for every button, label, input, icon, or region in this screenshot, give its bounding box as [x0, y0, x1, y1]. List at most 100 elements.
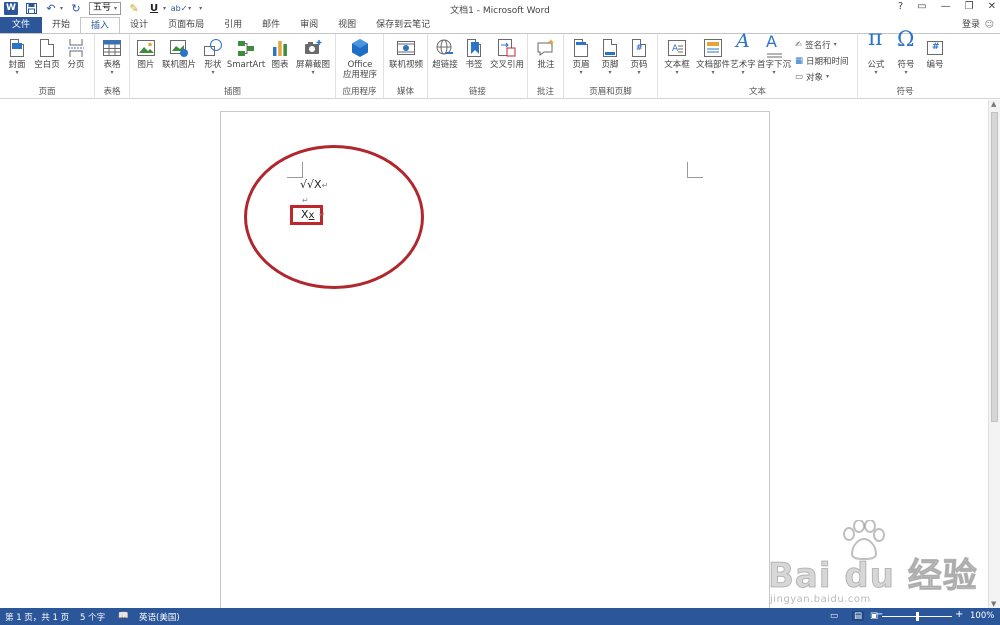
pi-icon: π: [868, 26, 883, 51]
picture-button[interactable]: 图片: [134, 38, 158, 70]
group-label-symbols: 符号: [896, 87, 914, 97]
help-icon[interactable]: ?: [898, 1, 903, 12]
group-comments: 批注 批注: [528, 34, 564, 99]
chevron-down-icon: ▾: [675, 69, 679, 76]
camera-icon: [303, 38, 323, 58]
shapes-button[interactable]: 形状 ▾: [201, 38, 225, 76]
ribbon: 封面 ▾ 空白页 分页 页面 表格 ▾ 表格 图片 联机图片 形状 ▾ Smar…: [0, 26, 1000, 132]
zoom-level[interactable]: 100%: [970, 611, 994, 621]
zoom-in-icon[interactable]: +: [955, 609, 963, 620]
svg-text:A: A: [672, 44, 679, 54]
tab-references[interactable]: 引用: [214, 17, 252, 34]
group-label-tables: 表格: [103, 87, 121, 97]
group-links: 超链接 书签 交叉引用 链接: [428, 34, 528, 99]
cover-button[interactable]: 封面 ▾: [4, 38, 30, 76]
chevron-down-icon: ▾: [15, 69, 19, 76]
table-icon: [102, 38, 122, 58]
comment-icon: [536, 38, 556, 58]
tab-cloud-notes[interactable]: 保存到云笔记: [366, 17, 440, 34]
status-bar: 第 1 页，共 1 页 5 个字 📖 英语(美国) ▤ ▭ ▣ − + 100%: [0, 608, 1000, 625]
dropcap-icon: A: [764, 34, 784, 58]
vertical-scrollbar[interactable]: ▲ ▼: [988, 100, 1000, 608]
quick-parts-button[interactable]: 文档部件 ▾: [695, 38, 731, 76]
page-count[interactable]: 第 1 页，共 1 页: [5, 611, 69, 623]
equation-button[interactable]: π 公式 ▾: [862, 26, 890, 76]
cover-page-icon: [7, 38, 27, 58]
page-number-button[interactable]: # 页码 ▾: [626, 38, 652, 76]
group-label-comments: 批注: [536, 87, 554, 97]
dropcap-button[interactable]: A 首字下沉 ▾: [757, 34, 791, 76]
page-break-button[interactable]: 分页: [64, 38, 88, 70]
screenshot-button[interactable]: 屏幕截图 ▾: [293, 38, 333, 76]
tab-review[interactable]: 审阅: [290, 17, 328, 34]
tab-home[interactable]: 开始: [42, 17, 80, 34]
picture-icon: [136, 38, 156, 58]
print-layout-icon[interactable]: ▭: [830, 611, 838, 621]
scroll-down-icon[interactable]: ▼: [991, 600, 996, 608]
blank-page-icon: [37, 38, 57, 58]
symbol-button[interactable]: Ω 符号 ▾: [892, 27, 920, 76]
blank-page-button[interactable]: 空白页: [33, 38, 61, 70]
tab-mailings[interactable]: 邮件: [252, 17, 290, 34]
language-indicator[interactable]: 英语(美国): [139, 611, 180, 623]
office-apps-button[interactable]: Office 应用程序: [338, 38, 382, 80]
number-icon: #: [925, 38, 945, 58]
wordart-button[interactable]: A 艺术字 ▾: [729, 30, 757, 76]
date-time-button[interactable]: ▦ 日期和时间: [795, 55, 849, 67]
office-apps-icon: [350, 38, 370, 58]
tab-view[interactable]: 视图: [328, 17, 366, 34]
minimize-icon[interactable]: —: [941, 1, 951, 12]
tab-file[interactable]: 文件: [0, 17, 43, 34]
word-count[interactable]: 5 个字: [80, 611, 105, 623]
chevron-down-icon: ▾: [826, 73, 830, 80]
zoom-out-icon[interactable]: −: [875, 609, 883, 620]
signature-line-button[interactable]: ✍ 签名行 ▾: [795, 39, 837, 51]
object-button[interactable]: ▭ 对象 ▾: [795, 71, 829, 83]
cross-reference-button[interactable]: 交叉引用: [488, 38, 526, 70]
proofing-icon[interactable]: 📖: [118, 611, 129, 621]
zoom-slider-thumb[interactable]: [916, 612, 919, 621]
hyperlink-button[interactable]: 超链接: [430, 38, 460, 70]
chevron-down-icon: ▾: [741, 69, 745, 76]
number-button[interactable]: # 编号: [922, 38, 948, 70]
textbox-button[interactable]: A 文本框 ▾: [660, 38, 694, 76]
quick-parts-icon: [703, 38, 723, 58]
group-label-illustrations: 插图: [223, 87, 241, 97]
new-comment-button[interactable]: 批注: [532, 38, 560, 70]
baidu-url: jingyan.baidu.com: [770, 594, 871, 605]
group-apps: Office 应用程序 应用程序: [336, 34, 384, 99]
smartart-icon: [236, 38, 256, 58]
globe-link-icon: [435, 38, 455, 58]
signature-line-icon: ✍: [795, 40, 803, 50]
calendar-icon: ▦: [795, 56, 804, 66]
feedback-smiley-icon[interactable]: ☺: [985, 20, 994, 30]
read-mode-icon[interactable]: ▤: [852, 611, 865, 621]
chevron-down-icon: ▾: [211, 69, 215, 76]
chart-icon: [270, 38, 290, 58]
smartart-button[interactable]: SmartArt: [226, 38, 266, 70]
chevron-down-icon: ▾: [579, 69, 583, 76]
tab-insert[interactable]: 插入: [80, 17, 121, 34]
table-button[interactable]: 表格 ▾: [99, 38, 125, 76]
header-button[interactable]: 页眉 ▾: [568, 38, 594, 76]
login-link[interactable]: 登录: [962, 17, 980, 34]
chart-button[interactable]: 图表: [268, 38, 292, 70]
ribbon-display-icon[interactable]: ▭: [917, 1, 926, 12]
close-icon[interactable]: ✕: [988, 1, 996, 12]
scroll-up-icon[interactable]: ▲: [991, 100, 996, 108]
online-video-button[interactable]: 联机视频: [386, 38, 426, 70]
title-bar: W ↶ ▾ ↻ 五号 ▾ ✎ U ▾ ab✓ ▾ ▾ 文档1 - Microso…: [0, 0, 1000, 17]
group-label-header-footer: 页眉和页脚: [589, 87, 632, 97]
scrollbar-thumb[interactable]: [991, 112, 998, 422]
footer-button[interactable]: 页脚 ▾: [597, 38, 623, 76]
chevron-down-icon: ▾: [637, 69, 641, 76]
omega-icon: Ω: [897, 27, 915, 51]
group-label-apps: 应用程序: [342, 87, 377, 97]
group-label-media: 媒体: [396, 87, 414, 97]
restore-icon[interactable]: ❐: [965, 1, 974, 12]
tab-design[interactable]: 设计: [120, 17, 158, 34]
bookmark-button[interactable]: 书签: [462, 38, 486, 70]
tab-page-layout[interactable]: 页面布局: [158, 17, 214, 34]
wordart-icon: A: [736, 30, 750, 52]
online-picture-button[interactable]: 联机图片: [160, 38, 198, 70]
